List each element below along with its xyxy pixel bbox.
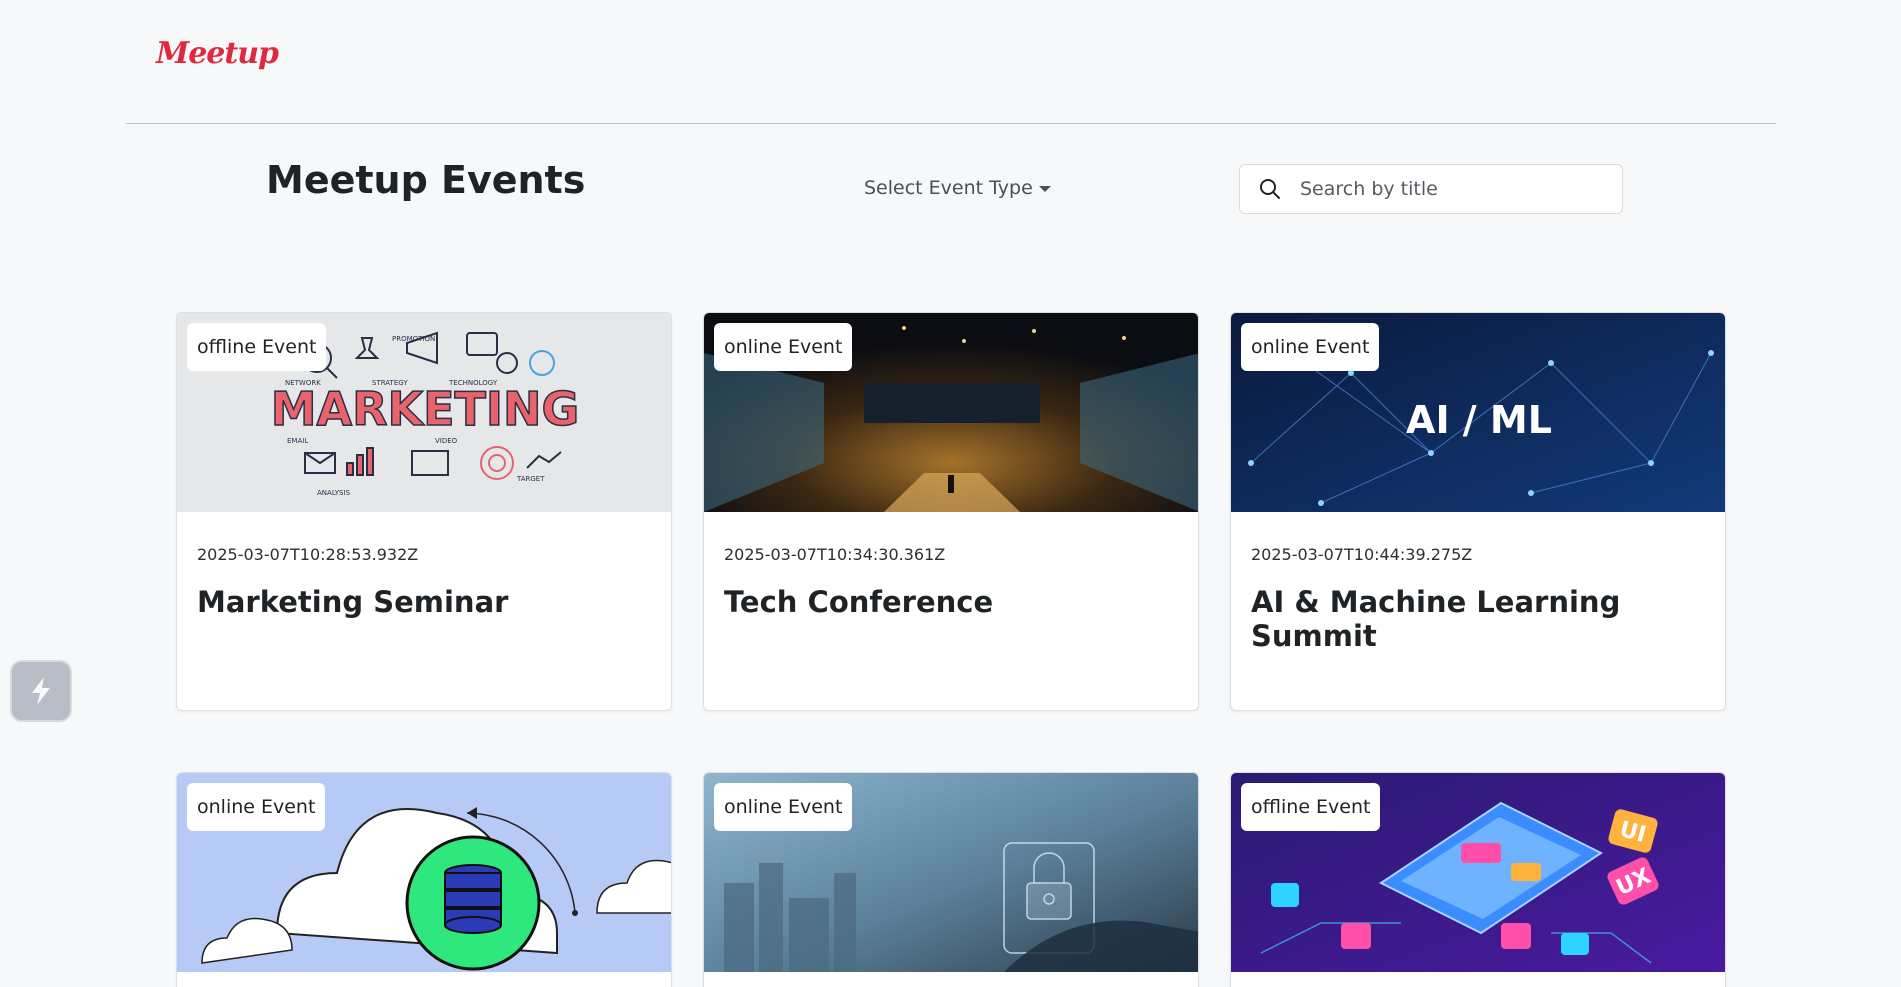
event-image-conference: online Event [704, 313, 1198, 512]
event-image-marketing: MARKETING PROMOTION NETWORK STRATEGY TEC… [177, 313, 671, 512]
svg-text:NETWORK: NETWORK [285, 379, 321, 387]
event-image-ai-ml: AI / ML online Event [1231, 313, 1725, 512]
event-image-cybersecurity: online Event [704, 773, 1198, 972]
event-type-badge: offline Event [187, 323, 327, 371]
search-icon [1240, 178, 1300, 200]
event-card[interactable]: online Event 2025-03-07T10:34:30.361Z Te… [703, 312, 1199, 711]
event-type-dropdown-label: Select Event Type [864, 177, 1033, 199]
meetup-logo[interactable]: Meetup [156, 36, 279, 71]
svg-text:PROMOTION: PROMOTION [392, 335, 435, 343]
event-date: 2025-03-07T10:34:30.361Z [724, 545, 946, 564]
svg-text:TARGET: TARGET [516, 475, 545, 483]
svg-text:TECHNOLOGY: TECHNOLOGY [448, 379, 498, 387]
event-title: AI & Machine Learning Summit [1251, 585, 1621, 653]
lightning-icon [32, 677, 50, 705]
search-input[interactable] [1300, 178, 1600, 200]
page-title: Meetup Events [266, 158, 586, 202]
svg-text:MARKETING: MARKETING [271, 382, 580, 436]
svg-text:STRATEGY: STRATEGY [372, 379, 408, 387]
event-title: Marketing Seminar [197, 585, 509, 619]
floating-widget-button[interactable] [10, 660, 72, 722]
event-card[interactable]: AI / ML online Event 2025-03-07T10:44:39… [1230, 312, 1726, 711]
event-card[interactable]: online Event [703, 772, 1199, 987]
event-type-dropdown[interactable]: Select Event Type [864, 177, 1051, 199]
page: Meetup Meetup Events Select Event Type S… [0, 0, 1901, 987]
header-divider [126, 123, 1776, 124]
svg-text:ANALYSIS: ANALYSIS [317, 489, 351, 497]
event-type-badge: offline Event [1241, 783, 1381, 831]
event-date: 2025-03-07T10:44:39.275Z [1251, 545, 1473, 564]
event-type-badge: online Event [187, 783, 326, 831]
event-type-badge: online Event [714, 323, 853, 371]
event-image-cloud-database: online Event [177, 773, 671, 972]
event-type-badge: online Event [714, 783, 853, 831]
event-image-ui-ux: UI UX offline Event [1231, 773, 1725, 972]
event-card[interactable]: UI UX offline Event [1230, 772, 1726, 987]
svg-text:VIDEO: VIDEO [435, 437, 458, 445]
svg-text:EMAIL: EMAIL [287, 437, 308, 445]
svg-text:AI / ML: AI / ML [1406, 398, 1552, 442]
event-title: Tech Conference [724, 585, 994, 619]
event-card[interactable]: MARKETING PROMOTION NETWORK STRATEGY TEC… [176, 312, 672, 711]
event-date: 2025-03-07T10:28:53.932Z [197, 545, 419, 564]
event-type-badge: online Event [1241, 323, 1380, 371]
event-card[interactable]: online Event [176, 772, 672, 987]
search-box [1239, 164, 1623, 214]
caret-down-icon [1038, 186, 1051, 192]
